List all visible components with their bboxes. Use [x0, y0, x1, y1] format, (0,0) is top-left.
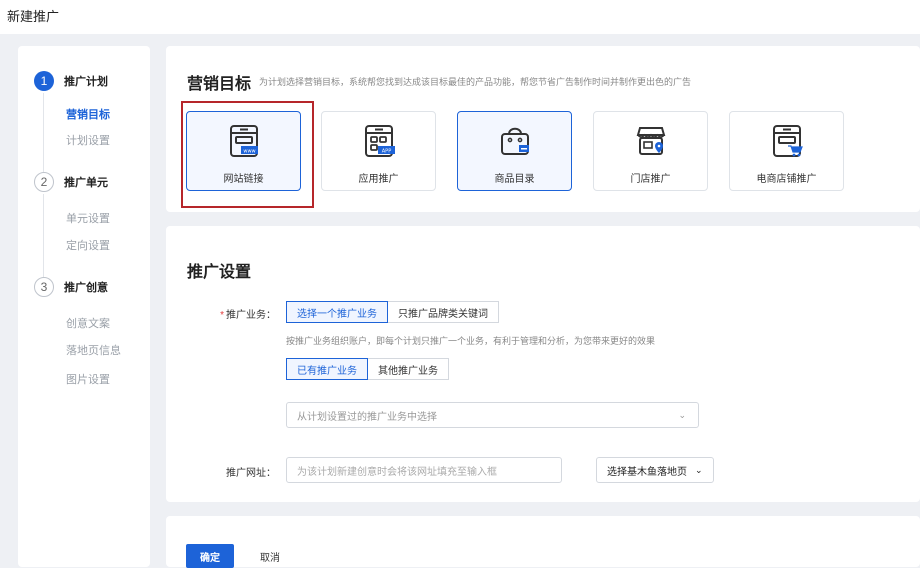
sidebar-item-targeting[interactable]: 定向设置 [66, 237, 110, 253]
step-3-label: 推广创意 [64, 282, 108, 294]
marketing-goal-title: 营销目标 [187, 76, 252, 93]
tab-select-business[interactable]: 选择一个推广业务 [286, 301, 388, 323]
step-3[interactable]: 3 推广创意 [34, 277, 108, 297]
label-colon: ： [266, 310, 276, 321]
goal-option-label: 门店推广 [630, 174, 671, 185]
step-3-number: 3 [34, 277, 54, 297]
sidebar-item-unit-settings[interactable]: 单元设置 [66, 210, 110, 226]
business-select[interactable]: 从计划设置过的推广业务中选择 ⌄ [286, 402, 699, 428]
select-landing-page-label: 选择基木鱼落地页 [607, 466, 687, 478]
shopping-bag-icon [500, 127, 529, 155]
highlight-frame [181, 101, 314, 208]
sidebar-item-landing-page[interactable]: 落地页信息 [66, 342, 121, 358]
sidebar-item-marketing-goal[interactable]: 营销目标 [66, 106, 110, 122]
step-connector [43, 93, 44, 174]
select-landing-page-button[interactable]: 选择基木鱼落地页 ⌄ [596, 457, 714, 483]
business-type-tabs: 选择一个推广业务 只推广品牌类关键词 [286, 301, 499, 323]
marketing-goal-description: 为计划选择营销目标，系统帮您找到达成该目标最佳的产品功能，帮您节省广告制作时间并… [259, 77, 692, 87]
goal-option-label: 应用推广 [358, 174, 399, 185]
cancel-button[interactable]: 取消 [246, 544, 294, 568]
url-input[interactable]: 为该计划新建创意时会将该网址填充至输入框 [286, 457, 562, 483]
sidebar-item-image-settings[interactable]: 图片设置 [66, 371, 110, 387]
tab-existing-business[interactable]: 已有推广业务 [286, 358, 368, 380]
sidebar-item-creative-copy[interactable]: 创意文案 [66, 315, 110, 331]
sidebar-item-plan-settings[interactable]: 计划设置 [66, 132, 110, 148]
label-colon: ： [266, 468, 276, 479]
goal-option-label: 电商店铺推广 [756, 174, 817, 185]
goal-option-store[interactable]: 门店推广 [593, 111, 708, 191]
goal-option-ecommerce-store[interactable]: 电商店铺推广 [729, 111, 844, 191]
page-title: 新建推广 [7, 9, 60, 24]
promotion-settings-title: 推广设置 [187, 264, 252, 281]
action-footer: 确定 取消 [166, 516, 920, 568]
business-label-text: 推广业务 [226, 310, 266, 321]
chevron-down-icon: ⌄ [695, 464, 703, 475]
promotion-settings-card: 推广设置 * 推广业务： 选择一个推广业务 只推广品牌类关键词 按推广业务组织账户… [166, 226, 920, 502]
business-field-label: * 推广业务： [196, 306, 276, 321]
url-label-text: 推广网址 [226, 468, 266, 479]
svg-text:APP: APP [381, 149, 390, 155]
step-1[interactable]: 1 推广计划 [34, 71, 108, 91]
tab-brand-keywords[interactable]: 只推广品牌类关键词 [388, 301, 499, 323]
url-input-placeholder: 为该计划新建创意时会将该网址填充至输入框 [297, 466, 497, 478]
ecommerce-store-icon [772, 125, 803, 157]
url-field-label: 推广网址： [196, 464, 276, 479]
top-bar: 新建推广 [0, 0, 920, 34]
step-1-label: 推广计划 [64, 76, 108, 88]
step-2[interactable]: 2 推广单元 [34, 172, 108, 192]
chevron-down-icon: ⌄ [678, 410, 686, 420]
tab-other-business[interactable]: 其他推广业务 [368, 358, 449, 380]
goal-option-catalog[interactable]: 商品目录 [457, 111, 572, 191]
steps-sidebar: 1 推广计划 营销目标 计划设置 2 推广单元 单元设置 定向设置 3 推广创意… [18, 46, 150, 567]
store-icon [636, 127, 665, 155]
business-select-placeholder: 从计划设置过的推广业务中选择 [297, 411, 437, 423]
step-2-number: 2 [34, 172, 54, 192]
app-icon: APP [364, 125, 395, 157]
goal-option-app[interactable]: APP 应用推广 [321, 111, 436, 191]
step-1-number: 1 [34, 71, 54, 91]
step-connector [43, 194, 44, 278]
confirm-button[interactable]: 确定 [186, 544, 234, 568]
step-2-label: 推广单元 [64, 177, 108, 189]
required-mark: * [220, 310, 224, 321]
goal-option-label: 商品目录 [494, 174, 535, 185]
business-hint: 按推广业务组织账户，即每个计划只推广一个业务，有利于管理和分析，为您带来更好的效… [286, 336, 656, 346]
business-source-tabs: 已有推广业务 其他推广业务 [286, 358, 449, 380]
